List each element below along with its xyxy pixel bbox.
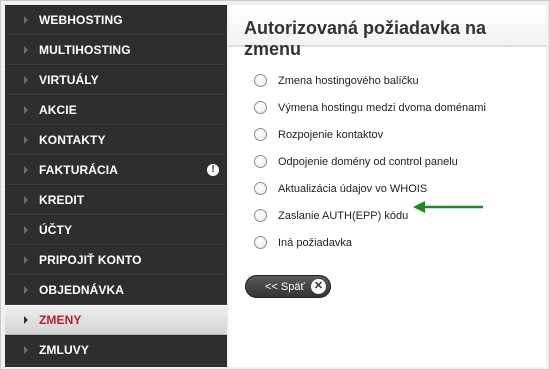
option-aktualizacia-whois[interactable]: Aktualizácia údajov vo WHOIS <box>254 175 486 202</box>
chevron-right-icon <box>24 166 28 174</box>
sidebar-item-zmeny[interactable]: ZMENY <box>5 305 227 335</box>
sidebar-item-label: ZMLUVY <box>39 343 89 357</box>
option-label[interactable]: Rozpojenie kontaktov <box>278 129 383 141</box>
page-title: Autorizovaná požiadavka na zmenu <box>244 18 487 59</box>
chevron-right-icon <box>24 106 28 114</box>
radio-button[interactable] <box>254 155 267 168</box>
chevron-right-icon <box>24 286 28 294</box>
option-label[interactable]: Iná požiadavka <box>278 237 352 249</box>
chevron-right-icon <box>24 196 28 204</box>
sidebar-item-label: ZMENY <box>39 313 82 327</box>
option-label[interactable]: Zaslanie AUTH(EPP) kódu <box>278 210 408 222</box>
option-rozpojenie-kontaktov[interactable]: Rozpojenie kontaktov <box>254 121 486 148</box>
option-label[interactable]: Aktualizácia údajov vo WHOIS <box>278 183 427 195</box>
chevron-right-icon <box>24 46 28 54</box>
option-label[interactable]: Výmena hostingu medzi dvoma doménami <box>278 102 486 114</box>
sidebar-item-label: MULTIHOSTING <box>39 43 131 57</box>
sidebar-item-label: KREDIT <box>39 193 85 207</box>
back-button-label: << Späť <box>265 280 305 293</box>
chevron-right-icon <box>24 256 28 264</box>
sidebar-item-zmluvy[interactable]: ZMLUVY <box>5 335 227 365</box>
sidebar-item-multihosting[interactable]: MULTIHOSTING <box>5 35 227 65</box>
sidebar-item-kredit[interactable]: KREDIT <box>5 185 227 215</box>
close-icon[interactable]: ✕ <box>311 279 326 294</box>
sidebar-item-label: ÚČTY <box>39 223 73 237</box>
sidebar-item-label: WEBHOSTING <box>39 13 123 27</box>
sidebar-nav: WEBHOSTING MULTIHOSTING VIRTUÁLY AKCIE K… <box>5 5 227 367</box>
radio-button[interactable] <box>254 182 267 195</box>
sidebar-item-ucty[interactable]: ÚČTY <box>5 215 227 245</box>
radio-button[interactable] <box>254 74 267 87</box>
option-zmena-hostingoveho-balicku[interactable]: Zmena hostingového balíčku <box>254 67 486 94</box>
option-vymena-hostingu[interactable]: Výmena hostingu medzi dvoma doménami <box>254 94 486 121</box>
sidebar-item-objednavka[interactable]: OBJEDNÁVKA <box>5 275 227 305</box>
back-button[interactable]: << Späť ✕ <box>245 275 331 298</box>
sidebar-item-fakturacia[interactable]: FAKTURÁCIA ! <box>5 155 227 185</box>
sidebar-item-label: VIRTUÁLY <box>39 73 99 87</box>
chevron-right-icon <box>24 136 28 144</box>
request-options: Zmena hostingového balíčku Výmena hostin… <box>254 67 486 256</box>
option-odpojenie-domeny[interactable]: Odpojenie domény od control panelu <box>254 148 486 175</box>
panel-header: Autorizovaná požiadavka na zmenu <box>229 5 546 59</box>
sidebar-item-webhosting[interactable]: WEBHOSTING <box>5 5 227 35</box>
option-label[interactable]: Zmena hostingového balíčku <box>278 75 419 87</box>
sidebar-item-virtualy[interactable]: VIRTUÁLY <box>5 65 227 95</box>
chevron-right-icon <box>24 76 28 84</box>
chevron-right-icon <box>24 346 28 354</box>
sidebar-item-pripojit-konto[interactable]: PRIPOJIŤ KONTO <box>5 245 227 275</box>
option-ina-poziadavka[interactable]: Iná požiadavka <box>254 229 486 256</box>
sidebar-item-label: OBJEDNÁVKA <box>39 283 125 297</box>
sidebar-item-akcie[interactable]: AKCIE <box>5 95 227 125</box>
sidebar-item-label: AKCIE <box>39 103 77 117</box>
sidebar-item-label: KONTAKTY <box>39 133 106 147</box>
chevron-right-icon <box>24 16 28 24</box>
option-label[interactable]: Odpojenie domény od control panelu <box>278 156 458 168</box>
sidebar-item-kontakty[interactable]: KONTAKTY <box>5 125 227 155</box>
radio-button[interactable] <box>254 236 267 249</box>
green-arrow-icon <box>413 201 483 213</box>
chevron-right-icon <box>24 226 28 234</box>
radio-button[interactable] <box>254 101 267 114</box>
sidebar-item-label: FAKTURÁCIA <box>39 163 118 177</box>
radio-button[interactable] <box>254 209 267 222</box>
alert-icon: ! <box>207 164 219 176</box>
main-panel: Autorizovaná požiadavka na zmenu Zmena h… <box>229 5 546 367</box>
sidebar-item-label: PRIPOJIŤ KONTO <box>39 253 142 267</box>
window-frame: WEBHOSTING MULTIHOSTING VIRTUÁLY AKCIE K… <box>0 0 550 370</box>
radio-button[interactable] <box>254 128 267 141</box>
chevron-right-icon <box>24 316 28 324</box>
